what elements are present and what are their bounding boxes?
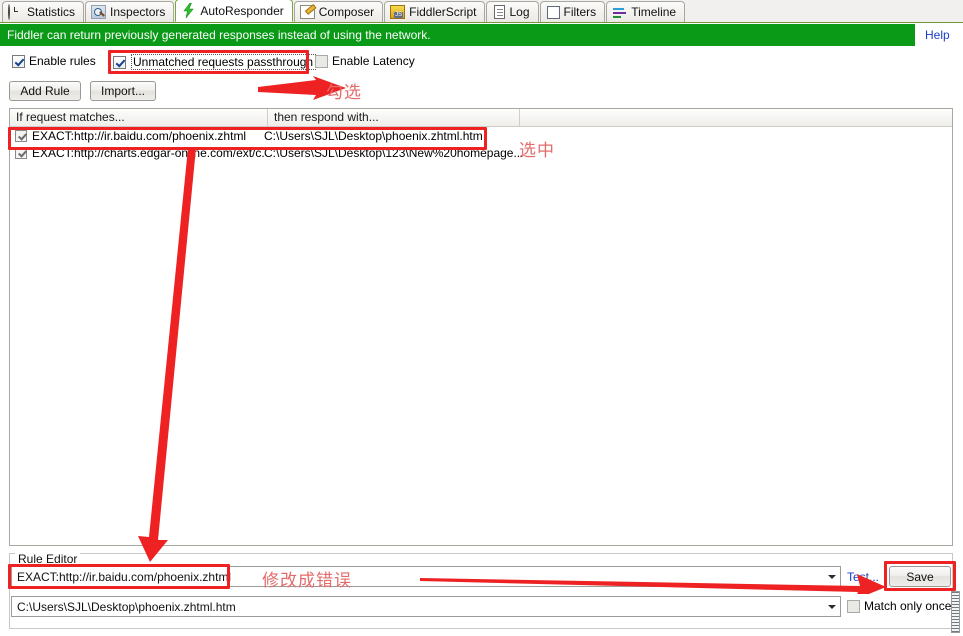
tab-label: Statistics xyxy=(27,5,76,19)
unmatched-passthrough-label: Unmatched requests passthrough xyxy=(131,54,317,70)
tab-log[interactable]: Log xyxy=(486,1,539,22)
rule-editor-group xyxy=(9,553,953,629)
tab-bar: Statistics Inspectors AutoResponder Comp… xyxy=(0,0,963,23)
tab-statistics[interactable]: Statistics xyxy=(2,1,85,22)
tab-fiddlerscript[interactable]: JS FiddlerScript xyxy=(384,1,486,22)
rules-list[interactable]: If request matches... then respond with.… xyxy=(9,108,953,546)
clock-icon xyxy=(8,3,23,20)
save-button[interactable]: Save xyxy=(889,566,951,587)
tab-label: FiddlerScript xyxy=(409,5,477,19)
row-match-value: EXACT:http://ir.baidu.com/phoenix.zhtml xyxy=(32,128,247,143)
timeline-icon xyxy=(612,6,627,19)
bolt-icon xyxy=(181,2,196,19)
info-banner: Fiddler can return previously generated … xyxy=(0,24,915,46)
scrollbar-grip[interactable] xyxy=(951,591,960,633)
import-button[interactable]: Import... xyxy=(90,81,156,101)
square-icon xyxy=(546,5,560,19)
row-respond-value: C:\Users\SJL\Desktop\123\New%20homepage.… xyxy=(264,145,524,160)
rule-editor-title: Rule Editor xyxy=(15,552,81,566)
chevron-down-icon[interactable] xyxy=(828,605,836,609)
tab-label: Log xyxy=(509,5,530,19)
unmatched-passthrough-checkbox[interactable]: Unmatched requests passthrough xyxy=(113,54,317,70)
checkbox-box xyxy=(12,54,25,68)
annotation-text-check: 勾选 xyxy=(326,83,362,103)
enable-latency-checkbox[interactable]: Enable Latency xyxy=(315,54,415,68)
magnifier-icon xyxy=(91,5,107,19)
column-header-filler xyxy=(520,109,952,126)
checkbox-box xyxy=(113,55,126,69)
add-rule-button[interactable]: Add Rule xyxy=(9,81,81,101)
rule-respond-value: C:\Users\SJL\Desktop\phoenix.zhtml.htm xyxy=(17,599,236,614)
row-respond-value: C:\Users\SJL\Desktop\phoenix.zhtml.htm xyxy=(264,128,483,143)
js-script-icon: JS xyxy=(390,5,406,19)
tab-composer[interactable]: Composer xyxy=(293,1,384,22)
tab-label: AutoResponder xyxy=(200,3,284,18)
tab-timeline[interactable]: Timeline xyxy=(606,1,686,22)
tab-label: Inspectors xyxy=(110,5,166,19)
tab-label: Filters xyxy=(563,5,597,19)
column-header-match[interactable]: If request matches... xyxy=(10,109,268,126)
tab-label: Composer xyxy=(318,5,375,19)
tab-inspectors[interactable]: Inspectors xyxy=(85,1,175,22)
table-row[interactable]: EXACT:http://charts.edgar-online.com/ext… xyxy=(10,144,952,161)
document-icon xyxy=(494,5,506,19)
match-only-once-checkbox[interactable]: Match only once xyxy=(847,599,951,613)
pencil-icon xyxy=(299,5,315,19)
column-header-respond[interactable]: then respond with... xyxy=(268,109,520,126)
enable-latency-label: Enable Latency xyxy=(332,54,415,68)
rule-match-value: EXACT:http://ir.baidu.com/phoenix.zhtml xyxy=(17,569,232,584)
checkbox-box xyxy=(315,54,328,68)
enable-rules-checkbox[interactable]: Enable rules xyxy=(12,54,96,68)
rule-respond-combobox[interactable]: C:\Users\SJL\Desktop\phoenix.zhtml.htm xyxy=(11,596,841,617)
match-only-once-label: Match only once xyxy=(864,599,952,613)
enable-rules-label: Enable rules xyxy=(29,54,96,68)
info-banner-text: Fiddler can return previously generated … xyxy=(7,28,431,42)
tab-autoresponder[interactable]: AutoResponder xyxy=(175,0,293,22)
options-row: Enable rules Unmatched requests passthro… xyxy=(0,52,963,72)
rule-match-combobox[interactable]: EXACT:http://ir.baidu.com/phoenix.zhtml xyxy=(11,566,841,587)
help-link[interactable]: Help xyxy=(925,28,950,42)
test-link[interactable]: Test... xyxy=(847,570,879,584)
tab-filters[interactable]: Filters xyxy=(539,1,606,22)
annotation-arrow-to-passthrough xyxy=(258,76,346,100)
row-enabled-checkbox[interactable] xyxy=(15,129,27,142)
table-row[interactable]: EXACT:http://ir.baidu.com/phoenix.zhtml … xyxy=(10,127,952,144)
row-match-value: EXACT:http://charts.edgar-online.com/ext… xyxy=(32,145,264,160)
tab-label: Timeline xyxy=(631,5,677,19)
checkbox-box xyxy=(847,599,860,613)
chevron-down-icon[interactable] xyxy=(828,575,836,579)
row-enabled-checkbox[interactable] xyxy=(15,146,27,159)
rules-list-header: If request matches... then respond with.… xyxy=(10,109,952,127)
